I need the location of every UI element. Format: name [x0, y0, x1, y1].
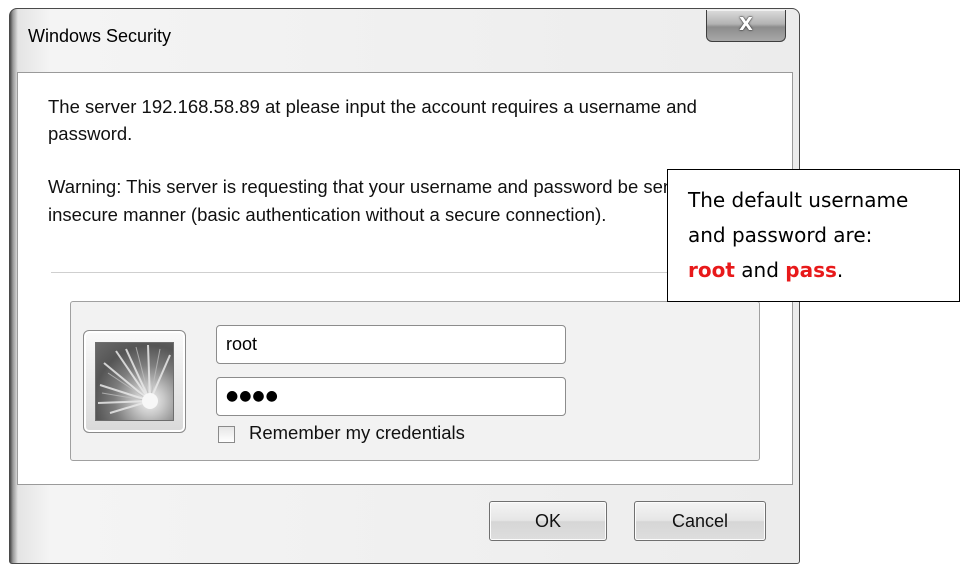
- password-input[interactable]: ●●●●: [216, 377, 566, 416]
- callout-line-2: and password are:: [688, 223, 873, 247]
- ok-button[interactable]: OK: [489, 501, 607, 541]
- callout-line-1: The default username: [688, 188, 909, 212]
- default-credentials-callout: The default username and password are: r…: [667, 169, 960, 302]
- remember-checkbox[interactable]: [218, 426, 235, 443]
- close-button[interactable]: X: [706, 10, 786, 42]
- callout-and: and: [741, 258, 779, 282]
- user-tile-icon: [83, 330, 186, 433]
- title-bar: Windows Security X: [10, 9, 799, 72]
- screenshot-stage: Windows Security X The server 192.168.58…: [0, 0, 960, 567]
- user-tile-image: [95, 342, 174, 421]
- server-message: The server 192.168.58.89 at please input…: [48, 96, 697, 144]
- window-title: Windows Security: [28, 26, 172, 46]
- callout-password: pass: [785, 258, 837, 282]
- callout-line-3: root and pass.: [688, 253, 959, 288]
- username-input[interactable]: root: [216, 325, 566, 364]
- remember-label: Remember my credentials: [249, 422, 465, 443]
- close-icon: X: [739, 14, 753, 35]
- security-warning: Warning: This server is requesting that …: [48, 176, 724, 225]
- callout-period: .: [836, 258, 844, 282]
- credential-group: root ●●●● Remember my credentials: [70, 301, 760, 461]
- callout-username: root: [688, 258, 735, 282]
- cancel-button[interactable]: Cancel: [634, 501, 766, 541]
- flower-image: [97, 344, 171, 414]
